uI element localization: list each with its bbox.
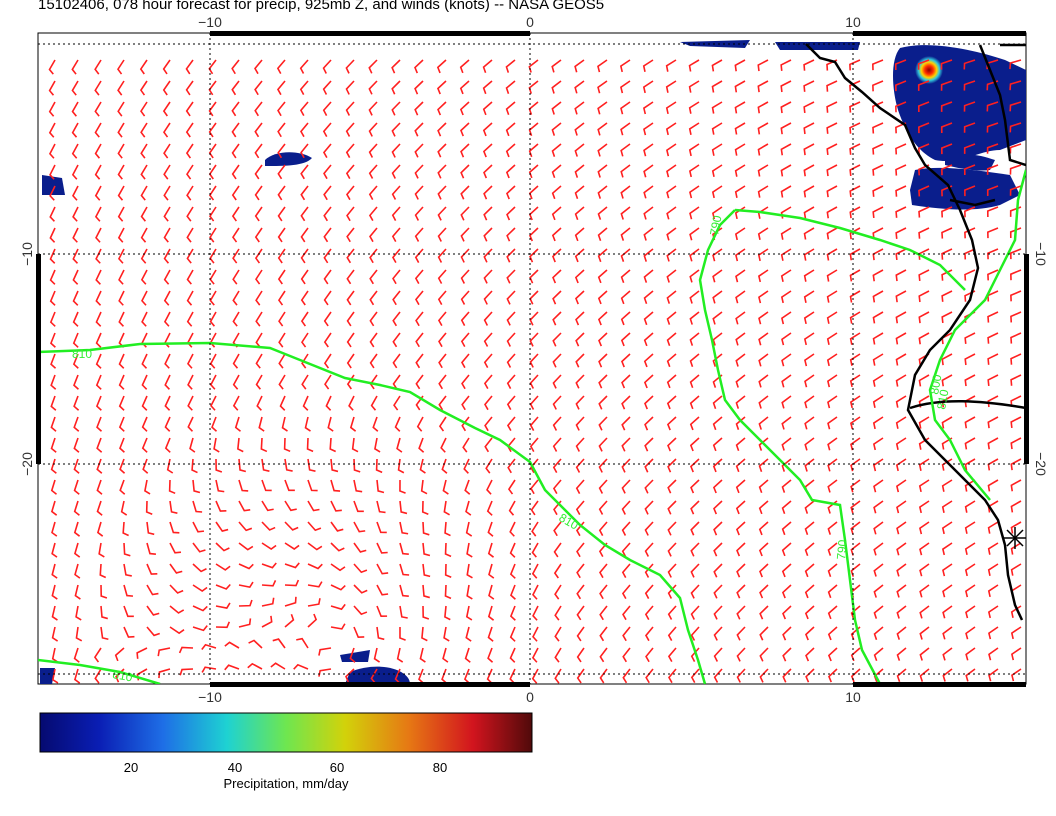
- wind-barb: [441, 690, 446, 704]
- wind-barb: [117, 690, 124, 704]
- wind-barb: [555, 690, 561, 704]
- wind-barb: [760, 690, 768, 703]
- wind-barb: [345, 690, 354, 702]
- lon-tick-label: −10: [198, 689, 222, 705]
- wind-barb: [875, 690, 883, 703]
- wind-barb: [966, 690, 975, 702]
- wind-barb: [320, 690, 331, 699]
- wind-barb: [738, 690, 745, 704]
- wind-barb: [578, 690, 584, 704]
- lon-tick-label: 10: [845, 689, 861, 705]
- lat-tick-label: −10: [1033, 242, 1049, 266]
- map-frame: [37, 32, 1027, 685]
- wind-barb: [294, 689, 308, 694]
- wind-barb: [96, 690, 101, 704]
- colorbar-tick-label: 80: [432, 760, 448, 775]
- wind-barb: [1012, 690, 1021, 702]
- wind-barb: [487, 690, 492, 704]
- colorbar-tick-label: 60: [329, 760, 345, 775]
- forecast-map: 810 790 810 790 810 800 810 −10 0 10 −10…: [19, 14, 1049, 753]
- colorbar-title: Precipitation, mm/day: [223, 776, 349, 791]
- wind-barb: [418, 690, 423, 704]
- lon-tick-label: 10: [845, 14, 861, 30]
- colorbar-tick-label: 20: [123, 760, 139, 775]
- wind-barb: [921, 690, 929, 703]
- wind-barb: [138, 690, 147, 702]
- wind-barb: [692, 690, 699, 704]
- wind-barb: [943, 690, 952, 703]
- wind-barb: [510, 690, 515, 704]
- wind-barb: [646, 690, 653, 704]
- contour-label: 810: [72, 347, 92, 361]
- wind-barb: [669, 690, 676, 704]
- wind-barb: [898, 690, 906, 703]
- wind-barb: [271, 687, 285, 692]
- wind-barb: [464, 690, 469, 704]
- wind-barb: [989, 690, 998, 702]
- wind-barb: [160, 690, 170, 700]
- wind-barb: [225, 688, 239, 693]
- wind-barb: [783, 690, 791, 703]
- wind-barb: [394, 690, 400, 704]
- wind-barb: [601, 690, 607, 704]
- wind-barb: [181, 690, 193, 698]
- lon-tick-label: −10: [198, 14, 222, 30]
- wind-barb: [75, 690, 80, 704]
- lon-tick-label: 0: [526, 689, 534, 705]
- colorbar: [39, 712, 533, 753]
- lat-tick-label: −20: [19, 452, 35, 476]
- wind-barb: [623, 690, 630, 704]
- contour-label: 790: [834, 539, 850, 560]
- wind-barb: [248, 687, 262, 692]
- station-marker: [1004, 527, 1026, 549]
- lat-tick-label: −20: [1033, 452, 1049, 476]
- wind-barb: [829, 690, 837, 703]
- lon-tick-label: 0: [526, 14, 534, 30]
- wind-barb: [806, 690, 814, 703]
- wind-barb: [715, 690, 722, 704]
- wind-barb: [370, 690, 377, 704]
- colorbar-tick-label: 40: [227, 760, 243, 775]
- wind-barb: [53, 690, 58, 704]
- lat-tick-label: −10: [19, 242, 35, 266]
